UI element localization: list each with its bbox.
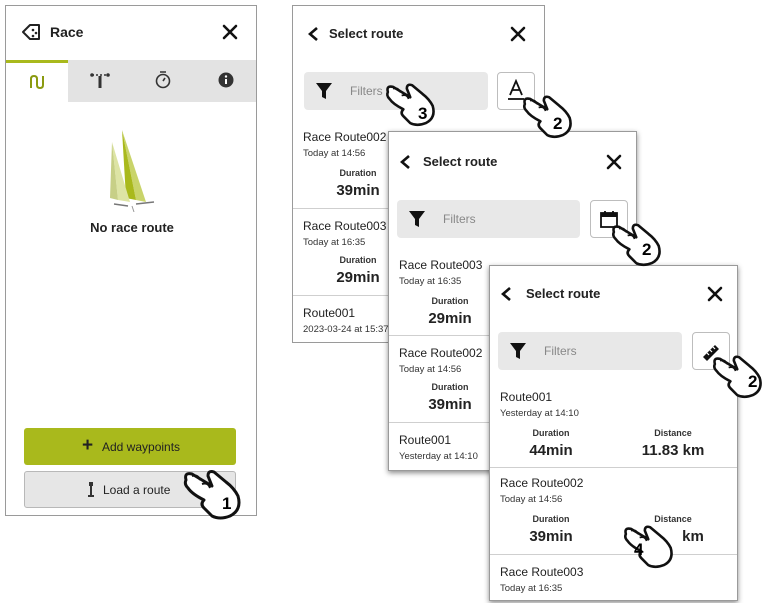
callout-number: 3 bbox=[418, 104, 428, 123]
sailboat-illustration bbox=[110, 130, 155, 212]
load-route-label: Load a route bbox=[103, 483, 171, 497]
route-time: Today at 14:56 bbox=[500, 494, 563, 505]
back-chevron-icon[interactable] bbox=[399, 154, 413, 170]
filters-placeholder: Filters bbox=[350, 84, 383, 98]
route-name: Route001 bbox=[399, 433, 452, 447]
race-panel: Race No race route + Add waypoints Load … bbox=[5, 5, 257, 516]
funnel-icon bbox=[316, 83, 332, 99]
duration-stat: Duration 44min bbox=[496, 428, 606, 459]
pointing-hand-icon bbox=[183, 470, 241, 520]
funnel-icon bbox=[510, 343, 526, 359]
start-line-icon bbox=[90, 73, 110, 88]
panel-b-header: Select route bbox=[389, 132, 636, 186]
tab-timer[interactable] bbox=[131, 60, 194, 102]
callout-hand-4: 4 bbox=[620, 522, 680, 572]
duration-label: Duration bbox=[532, 428, 570, 438]
panel-b-title: Select route bbox=[423, 154, 498, 169]
callout-number: 1 bbox=[222, 494, 232, 513]
route-name: Race Route003 bbox=[500, 565, 584, 579]
select-route-panel-c: Select route Filters Route001 Yesterday … bbox=[489, 265, 738, 601]
pointing-hand-icon bbox=[612, 223, 661, 267]
duration-value: 39min bbox=[529, 528, 573, 545]
callout-hand-2c: 2 bbox=[708, 352, 770, 402]
filters-input[interactable]: Filters bbox=[397, 200, 580, 238]
route-name: Race Route003 bbox=[399, 258, 483, 272]
panel-a-header: Select route bbox=[293, 6, 544, 60]
callout-number: 2 bbox=[642, 240, 652, 259]
route-name: Race Route002 bbox=[500, 476, 584, 490]
filters-input[interactable]: Filters bbox=[498, 332, 682, 370]
route-marker-icon bbox=[88, 482, 94, 497]
back-chevron-icon[interactable] bbox=[307, 26, 321, 42]
pointing-hand-icon bbox=[386, 83, 435, 127]
close-icon[interactable] bbox=[508, 24, 528, 44]
duration-value: 44min bbox=[529, 442, 573, 459]
distance-label: Distance bbox=[654, 428, 692, 438]
route-time: Yesterday at 14:10 bbox=[500, 408, 579, 419]
add-waypoints-button[interactable]: + Add waypoints bbox=[24, 428, 236, 465]
route-name: Race Route003 bbox=[303, 219, 387, 233]
pointing-hand-icon bbox=[624, 525, 673, 569]
pointing-hand-icon bbox=[523, 95, 572, 139]
route-time: 2023-03-24 at 15:37 bbox=[303, 324, 389, 335]
route-name: Route001 bbox=[303, 306, 356, 320]
filters-placeholder: Filters bbox=[544, 344, 577, 358]
route-name: Race Route002 bbox=[303, 130, 387, 144]
route-time: Today at 16:35 bbox=[303, 237, 366, 248]
duration-stat: Duration 39min bbox=[496, 514, 606, 545]
timer-icon bbox=[155, 71, 171, 89]
tab-route[interactable] bbox=[6, 60, 68, 102]
callout-number: 2 bbox=[553, 114, 563, 133]
race-flag-icon bbox=[22, 24, 40, 40]
tab-info[interactable] bbox=[194, 60, 256, 102]
route-time: Today at 16:35 bbox=[399, 276, 462, 287]
plus-icon: + bbox=[82, 435, 94, 456]
route-name: Route001 bbox=[500, 390, 553, 404]
panel-c-title: Select route bbox=[526, 286, 601, 301]
duration-label: Duration bbox=[532, 514, 570, 524]
list-item[interactable]: Route001 Yesterday at 14:10 Duration 44m… bbox=[490, 380, 737, 466]
callout-number: 4 bbox=[634, 540, 644, 559]
route-name: Race Route002 bbox=[399, 346, 483, 360]
callout-hand-2a: 2 bbox=[519, 92, 579, 142]
pointing-hand-icon bbox=[713, 355, 762, 399]
distance-stat: Distance 11.83 km bbox=[618, 428, 728, 459]
callout-hand-3: 3 bbox=[382, 80, 442, 130]
close-icon[interactable] bbox=[705, 284, 725, 304]
distance-value: 11.83 km bbox=[641, 442, 705, 459]
list-item[interactable]: Race Route002 Today at 14:56 Duration 39… bbox=[490, 467, 737, 554]
panel-c-header: Select route bbox=[490, 266, 737, 320]
info-icon bbox=[218, 72, 234, 88]
race-header: Race bbox=[6, 6, 256, 60]
race-tab-bar bbox=[6, 60, 256, 102]
filters-placeholder: Filters bbox=[443, 212, 476, 226]
route-time: Today at 14:56 bbox=[303, 148, 366, 159]
callout-hand-2b: 2 bbox=[608, 220, 668, 270]
callout-number: 2 bbox=[748, 372, 758, 391]
funnel-icon bbox=[409, 211, 425, 227]
race-title: Race bbox=[50, 24, 84, 40]
back-chevron-icon[interactable] bbox=[500, 286, 514, 302]
callout-hand-1: 1 bbox=[182, 466, 246, 524]
panel-a-title: Select route bbox=[329, 26, 404, 41]
route-time: Yesterday at 14:10 bbox=[399, 451, 478, 462]
route-time: Today at 14:56 bbox=[399, 364, 462, 375]
no-route-text: No race route bbox=[90, 220, 174, 235]
tab-start-line[interactable] bbox=[68, 60, 131, 102]
close-icon[interactable] bbox=[220, 22, 240, 42]
route-icon bbox=[30, 74, 44, 90]
list-item[interactable]: Race Route003 Today at 16:35 bbox=[490, 554, 737, 600]
route-time: Today at 16:35 bbox=[500, 583, 563, 594]
add-waypoints-label: Add waypoints bbox=[102, 440, 181, 454]
close-icon[interactable] bbox=[604, 152, 624, 172]
